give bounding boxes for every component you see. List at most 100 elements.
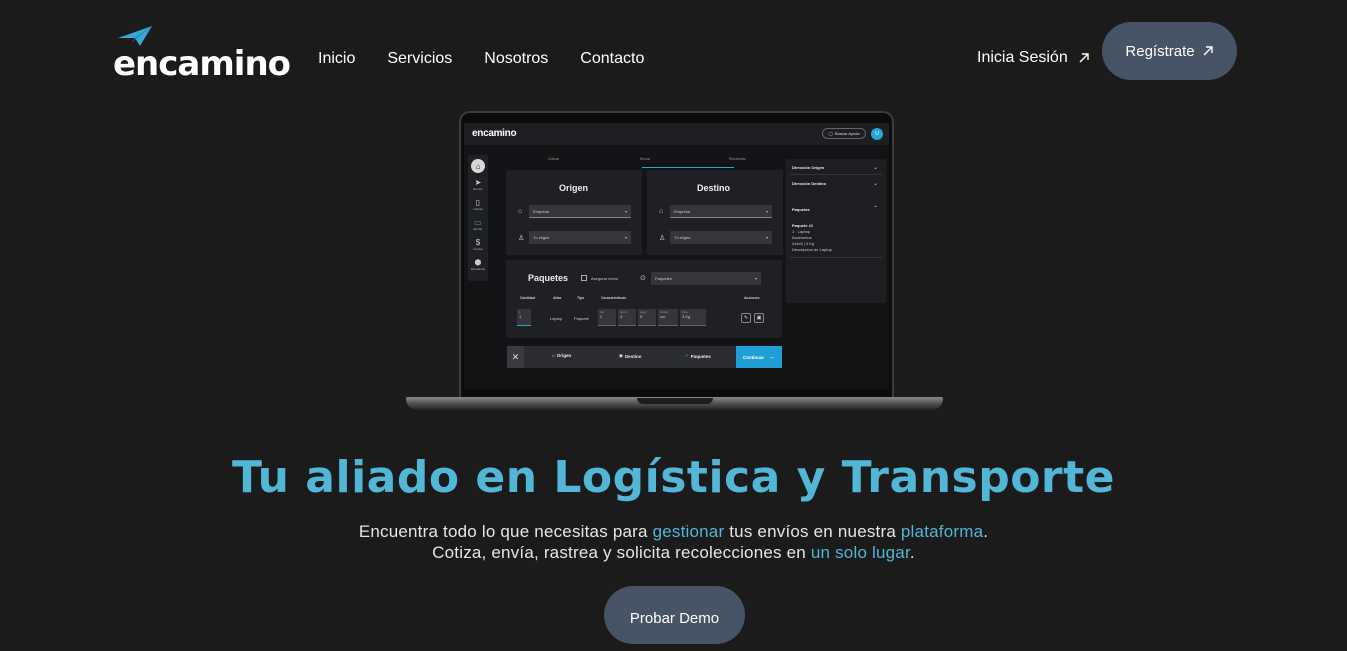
demo-label: Probar Demo: [629, 609, 720, 627]
largo-field: Largo 5: [638, 309, 656, 326]
step-bar-origin-label: Origen: [556, 353, 572, 358]
summary-package-title: Paquete #1: [792, 223, 814, 228]
book-icon: ▯: [475, 198, 481, 207]
nav-inicio[interactable]: Inicio: [318, 50, 355, 68]
step-cotizar: Cotizar: [548, 157, 560, 161]
sidebar-label: Libreta: [473, 207, 483, 211]
login-label: Inicia Sesión: [977, 49, 1068, 66]
header-cantidad: Cantidad: [520, 296, 535, 300]
register-button[interactable]: Regístrate: [1102, 22, 1237, 80]
delete-icon: ▣: [754, 313, 764, 323]
destination-contact-field: Tú eliges ▾: [670, 231, 772, 244]
hero-text: Cotiza, envía, rastrea y solicita recole…: [432, 543, 811, 562]
hero-subtitle: Encuentra todo lo que necesitas para ges…: [0, 521, 1347, 563]
destination-company-field: Empresa ▾: [670, 205, 772, 218]
hero-title: Tu aliado en Logística y Transporte: [231, 452, 1116, 503]
person-icon: ♙: [518, 235, 525, 242]
dollar-icon: $: [475, 238, 481, 247]
origin-card: Origen ⌂ Empresa ▾ ♙ Tú eliges ▾: [506, 170, 642, 255]
nav-nosotros[interactable]: Nosotros: [484, 50, 548, 68]
origin-company-value: Empresa: [533, 208, 550, 214]
app-steps: Cotizar Envíar Recolectar: [506, 157, 786, 169]
summary-package-line: 2x4x5 | 3 Kg: [792, 241, 815, 246]
origin-contact-value: Tú eliges: [533, 235, 550, 240]
avatar: U: [871, 128, 883, 140]
alto-value: 2: [600, 314, 603, 319]
help-search-button: ◯ Buscar Ayuda: [822, 128, 866, 139]
chevron-down-icon: ▾: [624, 235, 627, 240]
divider: [790, 174, 882, 175]
step-bar-packages: ✓ Paquetes: [685, 353, 711, 359]
nav-servicios[interactable]: Servicios: [387, 50, 452, 68]
quantity-value: 1: [519, 314, 522, 319]
home-icon: ⌂: [471, 159, 485, 173]
hero-text: Encuentra todo lo que necesitas para: [358, 522, 653, 541]
chevron-down-icon: ⌄: [872, 181, 878, 187]
chevron-down-icon: ▾: [765, 208, 768, 214]
summary-package-line: Accesorios: [792, 235, 812, 240]
continue-button: Continuar →: [736, 346, 782, 368]
step-bar-origin: ⌂ Origen: [552, 353, 571, 358]
app-screenshot: encamino ◯ Buscar Ayuda U ⌂ ➤ Envíos ▯ Lib…: [464, 123, 889, 389]
laptop-notch: [637, 398, 713, 404]
pin-icon: ◉: [619, 353, 623, 358]
summary-destination: Dirección Destino: [792, 181, 827, 186]
hero-highlight: un solo lugar: [810, 543, 910, 562]
unidad-value: cm: [660, 314, 666, 319]
login-link[interactable]: Inicia Sesión: [977, 49, 1090, 67]
step-enviar: Envíar: [640, 157, 651, 161]
chat-icon: ◯: [828, 131, 833, 136]
type-cell: Paquete: [574, 316, 589, 321]
hero-text: tus envíos en nuestra: [724, 522, 901, 541]
arrow-up-right-icon: [1079, 53, 1089, 63]
register-label: Regístrate: [1125, 42, 1195, 60]
demo-button[interactable]: Probar Demo: [604, 586, 745, 644]
sidebar-label: Envíos: [473, 187, 483, 191]
chevron-down-icon: ▾: [765, 235, 768, 240]
step-bar-destination: ◉ Destino: [619, 353, 641, 359]
step-bar-destination-label: Destino: [624, 353, 642, 359]
app-topbar: encamino ◯ Buscar Ayuda U: [464, 123, 889, 145]
destination-card: Destino ⌂ Empresa ▾ ♙ Tú eliges ▾: [647, 170, 783, 255]
arrow-up-right-icon: [1203, 46, 1213, 56]
sidebar-label: Envíar: [473, 227, 483, 231]
origin-title: Origen: [559, 183, 589, 193]
header-acciones: Acciones: [744, 296, 760, 300]
hero-subtitle-line-1: Encuentra todo lo que necesitas para ges…: [0, 521, 1347, 542]
settings-icon: ⊙: [640, 275, 646, 282]
main-nav: Inicio Servicios Nosotros Contacto: [318, 50, 644, 68]
chevron-up-icon: ⌃: [872, 206, 878, 212]
nav-contacto[interactable]: Contacto: [580, 50, 644, 68]
summary-packages: Paquetes: [792, 207, 810, 212]
sidebar-label: Recolectar: [470, 267, 486, 271]
step-recolectar: Recolectar: [729, 157, 746, 161]
largo-value: 5: [640, 314, 643, 319]
sidebar-label: Cotizar: [473, 247, 483, 251]
hero-text: .: [909, 543, 915, 562]
insure-label: Asegurar envío: [591, 276, 619, 281]
app-step-bar: ✕ ⌂ Origen ◉ Destino ✓ Paquetes Continuar →: [507, 346, 782, 368]
arrow-right-icon: →: [768, 353, 776, 361]
header-tipo: Tipo: [577, 296, 585, 300]
divider: [790, 257, 882, 258]
chevron-down-icon: ▾: [754, 276, 757, 281]
ancho-field: Ancho 4: [618, 309, 636, 326]
alto-field: Alto 2: [598, 309, 616, 326]
destination-title: Destino: [697, 183, 731, 193]
home-icon: ⌂: [552, 353, 555, 358]
building-icon: ⌂: [659, 208, 664, 215]
ancho-value: 4: [620, 314, 623, 319]
packages-title: Paquetes: [528, 273, 569, 283]
summary-package-line: Descripcion de Laptop: [792, 247, 832, 252]
hero-text: .: [983, 522, 989, 541]
header-alias: Alias: [553, 296, 562, 300]
alias-cell: Laptop: [550, 316, 563, 321]
destination-company-value: Empresa: [674, 208, 691, 214]
brand-logo[interactable]: encamino: [113, 24, 291, 84]
brand-name: encamino: [113, 44, 291, 84]
header-caracteristicas: Características: [601, 296, 627, 300]
truck-icon: ▭: [474, 218, 482, 227]
help-label: Buscar Ayuda: [834, 131, 860, 136]
summary-package-line: 1 · Laptop: [792, 229, 811, 234]
app-logo: encamino: [472, 128, 517, 139]
